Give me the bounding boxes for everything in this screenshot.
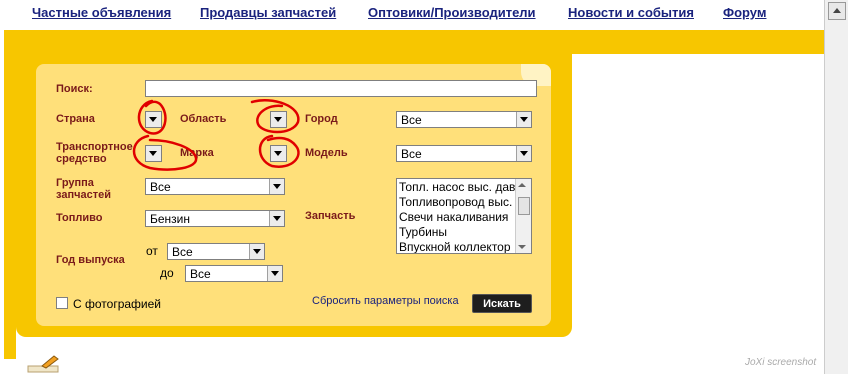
header-bar	[4, 30, 824, 54]
list-item[interactable]: Свечи накаливания	[399, 210, 508, 224]
year-from-value: Все	[172, 245, 193, 259]
left-border-strip	[4, 54, 16, 369]
fuel-value: Бензин	[150, 212, 191, 226]
year-to-value: Все	[190, 267, 211, 281]
brand-select[interactable]	[270, 145, 287, 162]
country-select[interactable]	[145, 111, 162, 128]
year-to-label: до	[160, 266, 174, 280]
year-from-select[interactable]: Все	[167, 243, 265, 260]
fuel-label: Топливо	[56, 212, 103, 224]
model-select[interactable]: Все	[396, 145, 532, 162]
nav-forum-link[interactable]: Форум	[723, 5, 766, 20]
region-select[interactable]	[270, 111, 287, 128]
fuel-select[interactable]: Бензин	[145, 210, 285, 227]
city-label: Город	[305, 113, 338, 125]
listbox-scrollbar[interactable]	[515, 179, 531, 253]
chevron-down-icon	[271, 146, 286, 161]
search-label: Поиск:	[56, 83, 93, 95]
year-from-label: от	[146, 244, 158, 258]
chevron-down-icon	[249, 244, 264, 259]
chevron-down-icon	[516, 112, 531, 127]
parts-listbox[interactable]: Топл. насос выс. дав Топливопровод выс. …	[396, 178, 532, 254]
nav-parts-sellers-link[interactable]: Продавцы запчастей	[200, 5, 336, 20]
vehicle-select[interactable]	[145, 145, 162, 162]
pencil-icon	[27, 355, 59, 373]
city-select[interactable]: Все	[396, 111, 532, 128]
chevron-down-icon[interactable]	[518, 245, 526, 249]
nav-private-ads-link[interactable]: Частные объявления	[32, 5, 171, 20]
chevron-down-icon	[516, 146, 531, 161]
reset-search-link[interactable]: Сбросить параметры поиска	[312, 295, 459, 307]
chevron-down-icon	[269, 211, 284, 226]
vehicle-label: Транспортное средство	[56, 141, 133, 165]
part-label: Запчасть	[305, 210, 356, 222]
photo-checkbox-label[interactable]: С фотографией	[73, 297, 161, 311]
chevron-up-icon[interactable]	[518, 183, 526, 187]
chevron-down-icon	[267, 266, 282, 281]
brand-label: Марка	[180, 147, 214, 159]
chevron-down-icon	[269, 179, 284, 194]
list-item[interactable]: Топливопровод выс.	[399, 195, 512, 209]
parts-group-value: Все	[150, 180, 171, 194]
bottom-area	[0, 359, 824, 374]
top-navigation: Частные объявления Продавцы запчастей Оп…	[0, 0, 822, 30]
model-label: Модель	[305, 147, 348, 159]
chevron-down-icon	[146, 112, 161, 127]
model-value: Все	[401, 147, 422, 161]
list-item[interactable]: Топл. насос выс. дав	[399, 180, 515, 194]
chevron-down-icon	[271, 112, 286, 127]
parts-group-select[interactable]: Все	[145, 178, 285, 195]
list-item[interactable]: Турбины	[399, 225, 447, 239]
nav-news-link[interactable]: Новости и события	[568, 5, 694, 20]
year-label: Год выпуска	[56, 254, 125, 266]
right-content-area	[572, 54, 822, 359]
search-button[interactable]: Искать	[472, 294, 532, 313]
photo-checkbox[interactable]	[56, 297, 68, 309]
parts-group-label: Группа запчастей	[56, 177, 111, 201]
page-scrollbar[interactable]	[824, 0, 848, 374]
scroll-thumb[interactable]	[518, 197, 530, 215]
nav-wholesalers-link[interactable]: Оптовики/Производители	[368, 5, 536, 20]
scroll-up-icon[interactable]	[828, 2, 846, 20]
city-value: Все	[401, 113, 422, 127]
chevron-down-icon	[146, 146, 161, 161]
list-item[interactable]: Впускной коллектор	[399, 240, 511, 253]
watermark: JoXi screenshot	[745, 357, 817, 368]
search-input[interactable]	[145, 80, 537, 97]
year-to-select[interactable]: Все	[185, 265, 283, 282]
region-label: Область	[180, 113, 227, 125]
country-label: Страна	[56, 113, 95, 125]
